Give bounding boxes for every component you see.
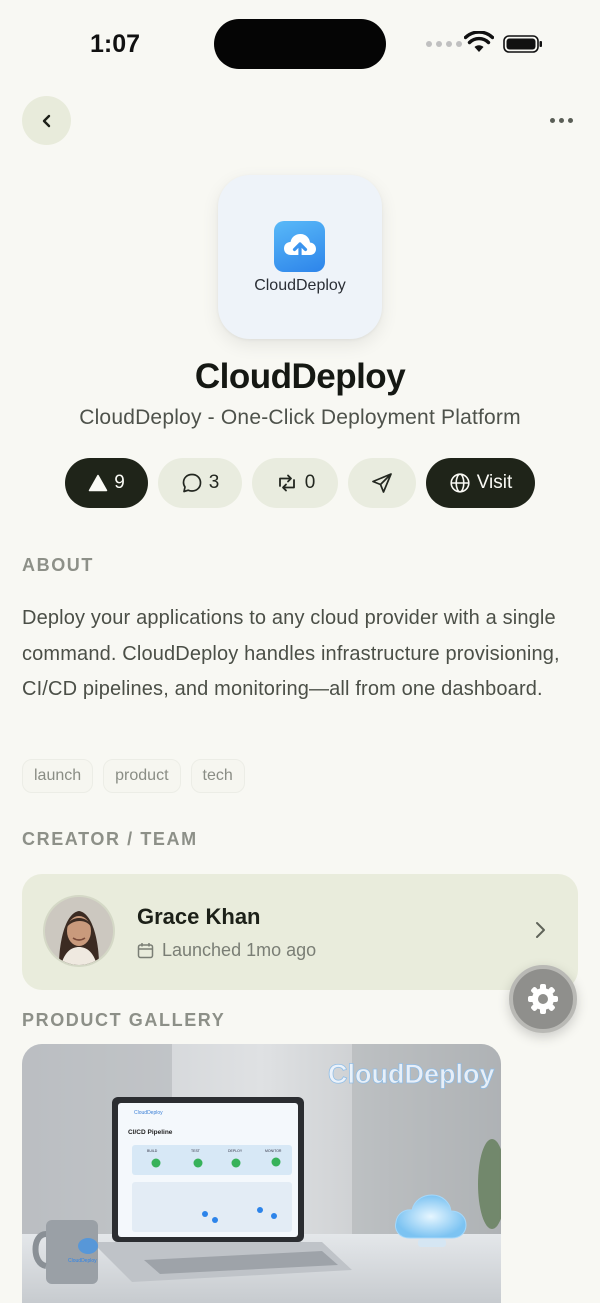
dynamic-island — [214, 19, 386, 69]
creator-card[interactable]: Grace Khan Launched 1mo ago — [22, 874, 578, 990]
gallery-heading: PRODUCT GALLERY — [22, 1010, 226, 1030]
launched-text: Launched 1mo ago — [162, 940, 317, 960]
repost-icon — [278, 474, 295, 492]
status-time: 1:07 — [90, 30, 141, 58]
mug-text: CloudDeploy — [68, 1258, 97, 1264]
tag-product[interactable]: product — [103, 759, 181, 793]
stage-test: TEST — [191, 1149, 201, 1153]
status-bar: 1:07 — [0, 0, 600, 88]
avatar — [45, 897, 113, 965]
creator-launch-meta: Launched 1mo ago — [137, 940, 316, 961]
cloud-upload-icon — [274, 221, 325, 272]
stage-monitor: MONITOR — [265, 1149, 282, 1153]
wifi-icon — [464, 31, 494, 52]
gallery-image[interactable]: CloudDeploy CloudDeploy CI/CD Pipeline B… — [22, 1044, 501, 1303]
tag-launch[interactable]: launch — [22, 759, 94, 793]
globe-icon — [450, 473, 470, 493]
repost-count: 0 — [304, 472, 316, 493]
stage-build: BUILD — [147, 1149, 158, 1153]
visit-button[interactable]: Visit — [426, 458, 535, 508]
battery-icon — [503, 35, 542, 53]
creator-heading: CREATOR / TEAM — [22, 829, 198, 849]
upvote-triangle-icon — [88, 474, 108, 492]
signal-icon — [426, 41, 462, 47]
app-name: CloudDeploy — [194, 357, 406, 396]
settings-button[interactable] — [509, 965, 577, 1033]
chevron-left-icon — [42, 114, 50, 127]
upvote-count: 9 — [114, 472, 125, 493]
calendar-icon — [137, 943, 154, 959]
gallery-sign-text: CloudDeploy — [328, 1059, 495, 1089]
tag-list: launch product tech — [22, 759, 245, 793]
app-tagline: CloudDeploy - One-Click Deployment Platf… — [79, 406, 521, 429]
comment-icon — [182, 473, 202, 493]
action-bar: 9 3 0 Visit — [0, 458, 600, 508]
app-logo-wordmark: CloudDeploy — [254, 277, 346, 294]
visit-label: Visit — [476, 472, 513, 493]
tag-tech[interactable]: tech — [190, 759, 245, 793]
about-heading: ABOUT — [22, 555, 94, 575]
about-description: Deploy your applications to any cloud pr… — [22, 607, 560, 700]
screen-title-text: CI/CD Pipeline — [128, 1129, 173, 1136]
screen-brand-text: CloudDeploy — [134, 1110, 163, 1116]
back-button[interactable] — [22, 96, 71, 145]
creator-name: Grace Khan — [137, 904, 261, 929]
repost-button[interactable]: 0 — [252, 458, 338, 508]
more-options-button[interactable] — [546, 106, 576, 134]
upvote-button[interactable]: 9 — [65, 458, 148, 508]
gear-icon — [528, 984, 558, 1014]
comment-count: 3 — [208, 472, 220, 493]
more-horizontal-icon — [549, 117, 555, 123]
app-icon-card: CloudDeploy — [218, 175, 382, 339]
comments-button[interactable]: 3 — [158, 458, 242, 508]
send-icon — [372, 473, 392, 493]
share-button[interactable] — [348, 458, 416, 508]
stage-deploy: DEPLOY — [228, 1149, 243, 1153]
chevron-right-icon — [536, 922, 545, 938]
